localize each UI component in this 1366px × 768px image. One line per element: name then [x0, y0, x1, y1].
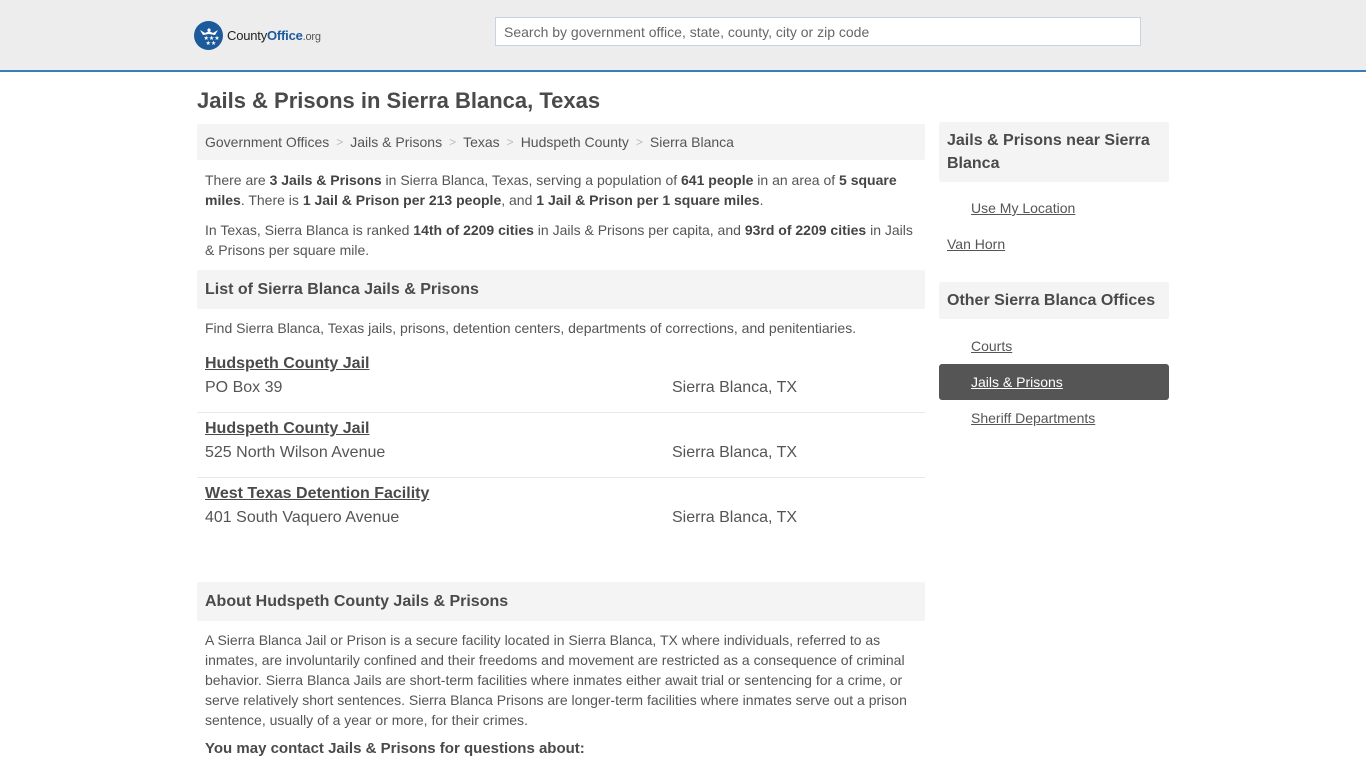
- facility-name-link[interactable]: Hudspeth County Jail: [205, 354, 917, 374]
- breadcrumb-separator-icon: >: [336, 135, 344, 149]
- facility-city: Sierra Blanca, TX: [672, 444, 798, 461]
- nearby-heading: Jails & Prisons near Sierra Blanca: [939, 122, 1169, 182]
- breadcrumb-texas[interactable]: Texas: [463, 134, 500, 150]
- list-section-heading: List of Sierra Blanca Jails & Prisons: [197, 270, 925, 309]
- about-section-text: A Sierra Blanca Jail or Prison is a secu…: [205, 632, 907, 728]
- list-item: West Texas Detention Facility 401 South …: [197, 478, 925, 543]
- list-item: Hudspeth County Jail PO Box 39 Sierra Bl…: [197, 348, 925, 413]
- search-input[interactable]: [495, 17, 1141, 46]
- breadcrumb-sierra-blanca[interactable]: Sierra Blanca: [650, 134, 734, 150]
- breadcrumb-separator-icon: >: [635, 135, 643, 149]
- text: , and: [501, 192, 537, 208]
- breadcrumb-jails-prisons[interactable]: Jails & Prisons: [350, 134, 442, 150]
- text: in Jails & Prisons per capita, and: [533, 222, 745, 238]
- main-content: Government Offices > Jails & Prisons > T…: [197, 124, 925, 757]
- facility-list: Hudspeth County Jail PO Box 39 Sierra Bl…: [197, 348, 925, 543]
- nearby-city-van-horn[interactable]: Van Horn: [939, 226, 1169, 262]
- facility-address: 525 North Wilson Avenue: [205, 444, 386, 461]
- text: There are: [205, 172, 270, 188]
- breadcrumb-government-offices[interactable]: Government Offices: [205, 134, 329, 150]
- site-header: ★★★ ★★ CountyOffice.org: [0, 0, 1366, 72]
- breadcrumb-hudspeth-county[interactable]: Hudspeth County: [521, 134, 629, 150]
- sidebar-item-sheriff-departments[interactable]: Sheriff Departments: [939, 400, 1169, 436]
- intro-paragraph-rank: In Texas, Sierra Blanca is ranked 14th o…: [205, 220, 917, 260]
- about-section-heading: About Hudspeth County Jails & Prisons: [197, 582, 925, 621]
- logo-tld: .org: [302, 30, 321, 43]
- breadcrumb-separator-icon: >: [449, 135, 457, 149]
- nearby-list: Use My Location Van Horn: [939, 190, 1169, 262]
- per-capita-ratio: 1 Jail & Prison per 213 people: [302, 192, 502, 208]
- per-area-ratio: 1 Jail & Prison per 1 square miles: [536, 192, 760, 208]
- facility-address: 401 South Vaquero Avenue: [205, 509, 400, 526]
- use-my-location-link[interactable]: Use My Location: [939, 190, 1169, 226]
- text: In Texas, Sierra Blanca is ranked: [205, 222, 414, 238]
- facility-count: 3 Jails & Prisons: [269, 172, 382, 188]
- logo-office: Office: [267, 27, 303, 43]
- population: 641 people: [681, 172, 754, 188]
- facility-city: Sierra Blanca, TX: [672, 379, 798, 396]
- list-item: Hudspeth County Jail 525 North Wilson Av…: [197, 413, 925, 478]
- facility-address: PO Box 39: [205, 379, 283, 396]
- facility-name-link[interactable]: West Texas Detention Facility: [205, 484, 917, 504]
- svg-text:★★: ★★: [205, 40, 216, 46]
- sidebar: Jails & Prisons near Sierra Blanca Use M…: [939, 122, 1169, 436]
- logo-link[interactable]: ★★★ ★★ CountyOffice.org: [194, 20, 321, 50]
- logo-county: County: [227, 27, 267, 43]
- facility-name-link[interactable]: Hudspeth County Jail: [205, 419, 917, 439]
- per-area-rank: 93rd of 2209 cities: [744, 222, 867, 238]
- text: .: [759, 192, 764, 208]
- page-title: Jails & Prisons in Sierra Blanca, Texas: [197, 88, 601, 113]
- list-section-description: Find Sierra Blanca, Texas jails, prisons…: [205, 320, 857, 336]
- facility-city: Sierra Blanca, TX: [672, 509, 798, 526]
- breadcrumb-separator-icon: >: [506, 135, 514, 149]
- intro-paragraph-stats: There are 3 Jails & Prisons in Sierra Bl…: [205, 170, 917, 210]
- per-capita-rank: 14th of 2209 cities: [413, 222, 534, 238]
- text: in Sierra Blanca, Texas, serving a popul…: [381, 172, 682, 188]
- text: . There is: [240, 192, 303, 208]
- sidebar-item-courts[interactable]: Courts: [939, 328, 1169, 364]
- logo-text: CountyOffice.org: [227, 28, 321, 43]
- other-offices-list: Courts Jails & Prisons Sheriff Departmen…: [939, 328, 1169, 436]
- breadcrumb: Government Offices > Jails & Prisons > T…: [197, 124, 925, 160]
- intro-summary: There are 3 Jails & Prisons in Sierra Bl…: [197, 160, 925, 260]
- text: in an area of: [753, 172, 840, 188]
- contact-heading: You may contact Jails & Prisons for ques…: [205, 740, 585, 757]
- other-offices-heading: Other Sierra Blanca Offices: [939, 282, 1169, 319]
- sidebar-item-jails-prisons[interactable]: Jails & Prisons: [939, 364, 1169, 400]
- eagle-stars-badge-icon: ★★★ ★★: [194, 20, 223, 50]
